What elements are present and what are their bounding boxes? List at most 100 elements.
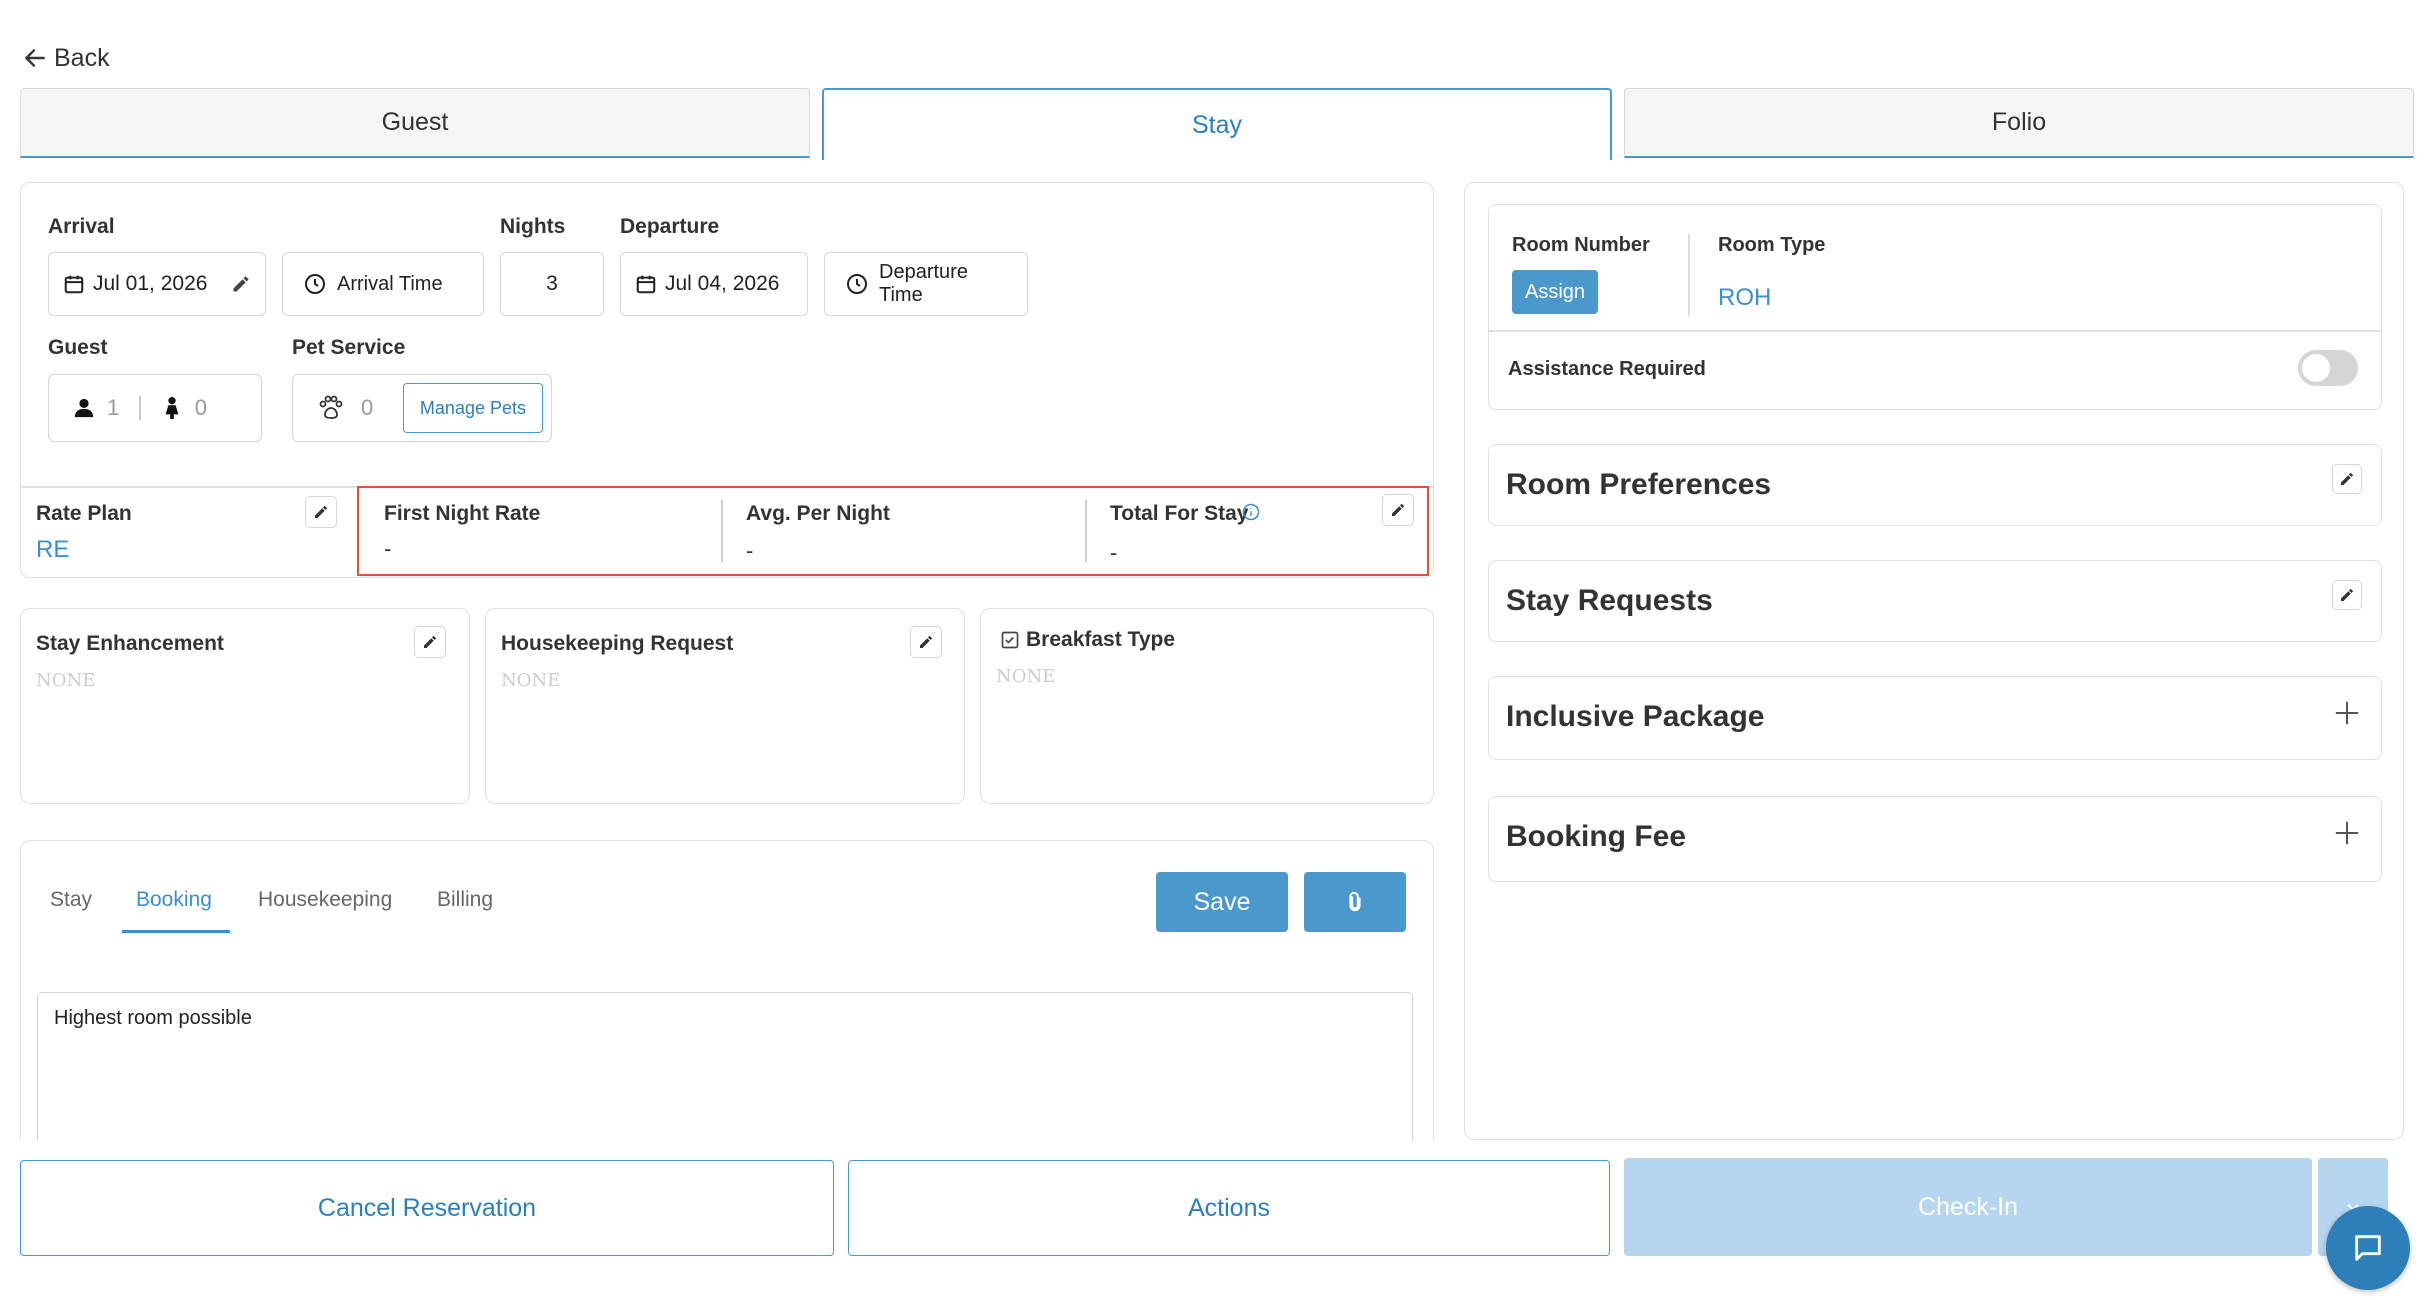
stay-enhancement-label: Stay Enhancement [36,632,224,655]
stay-enhancement-value: NONE [36,670,96,691]
paperclip-icon [1344,889,1366,915]
tab-guest[interactable]: Guest [20,88,810,158]
housekeeping-request-value: NONE [501,670,561,691]
first-night-rate-value: - [384,536,392,561]
room-preferences-edit-button[interactable] [2332,464,2362,494]
rate-summary-box [357,486,1429,576]
first-night-rate-label: First Night Rate [384,502,541,525]
stay-enhancement-edit-button[interactable] [414,626,446,658]
actions-button[interactable]: Actions [848,1160,1610,1256]
departure-date-value: Jul 04, 2026 [665,272,780,295]
arrival-date-field[interactable]: Jul 01, 2026 [48,252,266,316]
inclusive-package-title: Inclusive Package [1506,700,1765,733]
arrival-time-field[interactable]: Arrival Time [282,252,484,316]
pencil-icon [313,504,329,520]
room-type-label: Room Type [1718,234,1826,256]
total-for-stay-value: - [1110,540,1118,565]
room-preferences-title: Room Preferences [1506,468,1772,501]
notes-tab-billing[interactable]: Billing [437,888,493,912]
back-button[interactable]: Back [22,40,110,76]
notes-tab-booking[interactable]: Booking [136,888,212,912]
stay-requests-edit-button[interactable] [2332,580,2362,610]
room-number-label: Room Number [1512,234,1650,256]
rate-plan-label: Rate Plan [36,502,132,525]
rates-edit-button[interactable] [1382,494,1414,526]
chat-icon [2351,1231,2385,1265]
departure-time-field[interactable]: Departure Time [824,252,1028,316]
total-for-stay-label: Total For Stay [1110,502,1249,525]
adults-count: 1 [107,395,120,420]
rate-plan-edit-button[interactable] [305,496,337,528]
check-in-button[interactable]: Check-In [1624,1158,2312,1256]
assistance-required-label: Assistance Required [1508,358,1706,380]
room-type-value: ROH [1718,284,1772,311]
pet-service-label: Pet Service [292,336,406,359]
calendar-icon [63,273,85,295]
manage-pets-button[interactable]: Manage Pets [402,383,543,433]
pencil-icon [918,634,934,650]
arrival-time-label: Arrival Time [337,272,443,295]
departure-time-label: Departure Time [879,261,968,306]
divider [1085,500,1087,562]
notes-tab-housekeeping[interactable]: Housekeeping [258,888,392,912]
tab-stay[interactable]: Stay [822,88,1612,160]
tab-folio-label: Folio [1991,108,2047,136]
avg-per-night-value: - [746,538,754,563]
pencil-icon [1390,502,1406,518]
notes-textarea[interactable]: Highest room possible [37,992,1413,1140]
guest-count-field[interactable]: 1 0 [48,374,262,442]
stay-requests-title: Stay Requests [1506,584,1713,617]
children-count: 0 [194,395,207,420]
pet-service-field: 0 Manage Pets [292,374,552,442]
arrow-left-icon [22,45,48,71]
departure-date-field[interactable]: Jul 04, 2026 [620,252,808,316]
nights-label: Nights [500,215,566,238]
plus-icon[interactable] [2332,698,2362,728]
divider [1688,234,1690,316]
notes-text: Highest room possible [54,1007,252,1029]
active-tab-indicator [122,930,230,933]
booking-fee-title: Booking Fee [1506,820,1687,853]
departure-label: Departure [620,215,720,238]
housekeeping-request-edit-button[interactable] [910,626,942,658]
avg-per-night-label: Avg. Per Night [746,502,890,525]
pencil-icon [2339,587,2355,603]
pet-count: 0 [361,395,374,420]
nights-input[interactable]: 3 [500,252,604,316]
plus-icon[interactable] [2332,818,2362,848]
divider [1488,330,2382,332]
child-icon [161,396,183,420]
cancel-reservation-button[interactable]: Cancel Reservation [20,1160,834,1256]
assign-button[interactable]: Assign [1512,270,1598,314]
breakfast-type-value: NONE [996,666,1056,687]
housekeeping-request-label: Housekeeping Request [501,632,734,655]
toggle-knob [2302,354,2330,382]
divider [139,396,141,420]
pencil-icon [422,634,438,650]
tab-folio[interactable]: Folio [1624,88,2414,158]
person-icon [73,397,95,419]
back-label: Back [54,43,110,72]
checkbox-icon[interactable] [1000,630,1020,650]
assistance-toggle[interactable] [2298,350,2358,386]
arrival-date-value: Jul 01, 2026 [93,272,208,295]
info-icon[interactable] [1242,503,1260,521]
nights-value: 3 [546,272,558,295]
paw-icon [317,395,345,421]
tab-stay-label: Stay [1191,110,1243,139]
arrival-label: Arrival [48,215,115,238]
pencil-icon[interactable] [231,274,251,294]
rate-plan-value: RE [36,536,70,563]
calendar-icon [635,273,657,295]
notes-tab-stay[interactable]: Stay [50,888,92,912]
clock-icon [303,272,327,296]
tab-guest-label: Guest [381,108,449,136]
save-button[interactable]: Save [1156,872,1288,932]
pencil-icon [2339,471,2355,487]
breakfast-type-label: Breakfast Type [1026,628,1176,651]
attach-button[interactable] [1304,872,1406,932]
divider [721,500,723,562]
chat-button[interactable] [2326,1206,2410,1290]
guest-label: Guest [48,336,108,359]
clock-icon [845,272,869,296]
